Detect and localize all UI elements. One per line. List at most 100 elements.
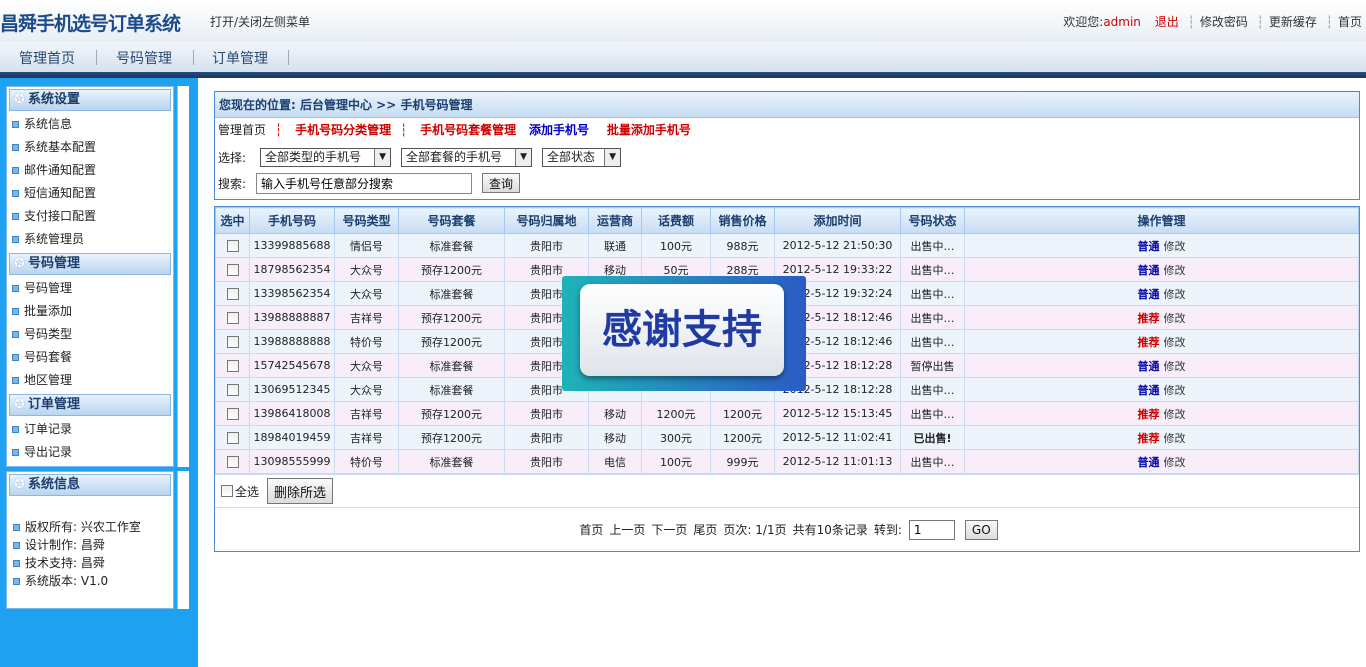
cell-status: 出售中…: [900, 305, 965, 330]
sidebar-item-number-packages[interactable]: 号码套餐: [7, 346, 173, 369]
thanks-text: 感谢支持: [580, 284, 784, 376]
sidebar-item-payment-config[interactable]: 支付接口配置: [7, 205, 173, 228]
cell-status: 出售中…: [900, 281, 965, 306]
go-button[interactable]: GO: [964, 519, 998, 540]
pager-next[interactable]: 下一页: [651, 521, 687, 538]
group-header-order-management[interactable]: ✪ 订单管理: [9, 394, 171, 416]
home-link[interactable]: 首页: [1338, 15, 1362, 29]
op-level-link[interactable]: 普通: [1138, 360, 1160, 373]
update-cache-link[interactable]: 更新缓存: [1269, 15, 1317, 29]
filter-row: 选择: 全部类型的手机号 ▼ 全部套餐的手机号 ▼ 全部状态 ▼: [215, 144, 1359, 170]
sidebar-item-order-records[interactable]: 订单记录: [7, 418, 173, 441]
edit-link[interactable]: 修改: [1164, 312, 1186, 325]
edit-link[interactable]: 修改: [1164, 432, 1186, 445]
search-input[interactable]: [256, 172, 473, 194]
pager-first[interactable]: 首页: [579, 521, 603, 538]
row-checkbox-cell: [215, 425, 250, 450]
op-level-link[interactable]: 推荐: [1138, 336, 1160, 349]
sidebar-item-system-info[interactable]: 系统信息: [7, 113, 173, 136]
search-button[interactable]: 查询: [482, 173, 521, 193]
op-level-link[interactable]: 普通: [1138, 456, 1160, 469]
type-select[interactable]: 全部类型的手机号 ▼: [260, 147, 392, 167]
bullet-icon: [12, 213, 19, 220]
sidebar-item-regions[interactable]: 地区管理: [7, 369, 173, 392]
cell-time: 2012-5-12 15:13:45: [774, 401, 901, 426]
op-level-link[interactable]: 普通: [1138, 384, 1160, 397]
cell-status: 暂停出售: [900, 353, 965, 378]
cell-type: 大众号: [334, 377, 399, 402]
cell-credit: 1200元: [641, 401, 711, 426]
sidebar-item-numbers[interactable]: 号码管理: [7, 277, 173, 300]
edit-link[interactable]: 修改: [1164, 456, 1186, 469]
edit-link[interactable]: 修改: [1164, 264, 1186, 277]
row-checkbox[interactable]: [226, 312, 239, 324]
link-batch-add[interactable]: 批量添加手机号: [607, 123, 691, 137]
op-level-link[interactable]: 普通: [1138, 264, 1160, 277]
cell-package: 预存1200元: [398, 329, 505, 354]
col-operations: 操作管理: [964, 207, 1359, 234]
row-checkbox[interactable]: [226, 240, 239, 252]
op-level-link[interactable]: 普通: [1138, 288, 1160, 301]
op-level-link[interactable]: 推荐: [1138, 312, 1160, 325]
link-package-management[interactable]: 手机号码套餐管理: [420, 123, 516, 137]
group-header-number-management[interactable]: ✪ 号码管理: [9, 253, 171, 275]
row-checkbox[interactable]: [226, 360, 239, 372]
sidebar-item-basic-config[interactable]: 系统基本配置: [7, 136, 173, 159]
select-all-checkbox[interactable]: [221, 485, 233, 497]
cell-type: 吉祥号: [334, 305, 399, 330]
logout-link[interactable]: 退出: [1155, 15, 1179, 29]
sidebar-item-export-records[interactable]: 导出记录: [7, 441, 173, 464]
cell-package: 预存1200元: [398, 257, 505, 282]
group-header-system-settings[interactable]: ✪ 系统设置: [9, 89, 171, 111]
op-level-link[interactable]: 普通: [1138, 240, 1160, 253]
edit-link[interactable]: 修改: [1164, 336, 1186, 349]
cell-type: 吉祥号: [334, 401, 399, 426]
edit-link[interactable]: 修改: [1164, 384, 1186, 397]
nav-admin-home[interactable]: 管理首页: [19, 48, 75, 68]
row-checkbox[interactable]: [226, 336, 239, 348]
sidebar-item-sms-config[interactable]: 短信通知配置: [7, 182, 173, 205]
cell-region: 贵阳市: [504, 401, 589, 426]
cell-type: 大众号: [334, 281, 399, 306]
sidebar-item-admins[interactable]: 系统管理员: [7, 228, 173, 251]
col-select: 选中: [215, 207, 250, 234]
nav-divider: [0, 72, 1366, 78]
row-checkbox[interactable]: [226, 432, 239, 444]
edit-link[interactable]: 修改: [1164, 408, 1186, 421]
cell-region: 贵阳市: [504, 233, 589, 258]
sidebar-item-batch-add[interactable]: 批量添加: [7, 300, 173, 323]
row-checkbox[interactable]: [226, 264, 239, 276]
sidebar-item-number-types[interactable]: 号码类型: [7, 323, 173, 346]
package-select[interactable]: 全部套餐的手机号 ▼: [401, 147, 533, 167]
table-header-row: 选中 手机号码 号码类型 号码套餐 号码归属地 运营商 话费额 销售价格 添加时…: [215, 207, 1359, 234]
status-select[interactable]: 全部状态 ▼: [542, 147, 622, 167]
change-password-link[interactable]: 修改密码: [1200, 15, 1248, 29]
row-checkbox[interactable]: [226, 408, 239, 420]
op-level-link[interactable]: 推荐: [1138, 408, 1160, 421]
edit-link[interactable]: 修改: [1164, 360, 1186, 373]
sidebar-item-email-config[interactable]: 邮件通知配置: [7, 159, 173, 182]
menu-scrollbar[interactable]: [177, 86, 193, 467]
row-checkbox[interactable]: [226, 288, 239, 300]
sidebar: ✪ 系统设置 系统信息 系统基本配置 邮件通知配置 短信通知配置 支付接口配置 系…: [0, 78, 198, 667]
link-add-number[interactable]: 添加手机号: [529, 123, 589, 137]
info-support: 技术支持: 昌舜: [7, 554, 173, 572]
nav-number-management[interactable]: 号码管理: [116, 48, 172, 68]
row-checkbox[interactable]: [226, 384, 239, 396]
toggle-sidebar-link[interactable]: 打开/关闭左侧菜单: [210, 13, 310, 30]
delete-selected-button[interactable]: 删除所选: [267, 478, 334, 504]
row-checkbox[interactable]: [226, 456, 239, 468]
link-admin-home[interactable]: 管理首页: [218, 123, 266, 137]
link-category-management[interactable]: 手机号码分类管理: [295, 123, 391, 137]
cell-package: 标准套餐: [398, 377, 505, 402]
cell-type: 大众号: [334, 353, 399, 378]
op-level-link[interactable]: 推荐: [1138, 432, 1160, 445]
pager-last[interactable]: 尾页: [693, 521, 717, 538]
edit-link[interactable]: 修改: [1164, 240, 1186, 253]
pager-prev[interactable]: 上一页: [609, 521, 645, 538]
cell-phone: 13399885688: [249, 233, 335, 258]
nav-order-management[interactable]: 订单管理: [212, 48, 268, 68]
page-number-input[interactable]: [908, 519, 955, 540]
info-scrollbar[interactable]: [177, 471, 193, 609]
edit-link[interactable]: 修改: [1164, 288, 1186, 301]
